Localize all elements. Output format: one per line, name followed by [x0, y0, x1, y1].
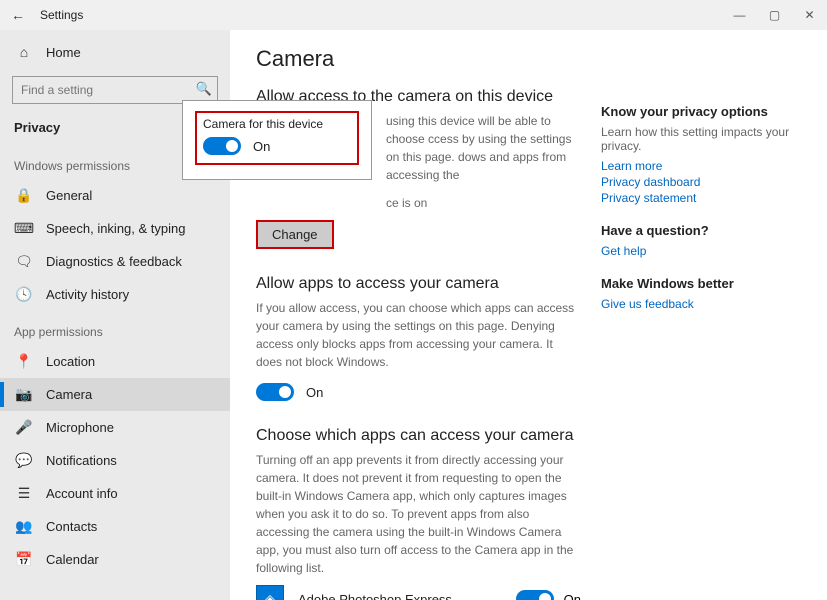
sidebar-item-label: Diagnostics & feedback [46, 254, 182, 269]
search-icon: 🔍 [196, 81, 212, 97]
app-row-photoshop: ◈ Adobe Photoshop Express On [256, 577, 581, 600]
camera-device-state: On [253, 139, 270, 154]
allow-apps-toggle[interactable] [256, 383, 294, 401]
sidebar-item-speech[interactable]: ⌨ Speech, inking, & typing [0, 212, 230, 245]
photoshop-icon: ◈ [256, 585, 284, 600]
aside: Know your privacy options Learn how this… [601, 46, 801, 600]
section-choose-apps-body: Turning off an app prevents it from dire… [256, 451, 581, 577]
sidebar-item-label: Speech, inking, & typing [46, 221, 185, 236]
location-icon: 📍 [14, 353, 34, 370]
app-title: Settings [40, 8, 83, 22]
sidebar-item-camera[interactable]: 📷 Camera [0, 378, 230, 411]
link-give-feedback[interactable]: Give us feedback [601, 297, 801, 311]
sidebar-item-label: General [46, 188, 92, 203]
device-access-status: ce is on [256, 194, 581, 212]
home-icon: ⌂ [14, 44, 34, 60]
sidebar-item-label: Contacts [46, 519, 97, 534]
sidebar-item-label: Notifications [46, 453, 117, 468]
titlebar: ← Settings ― ▢ ✕ [0, 0, 827, 30]
sidebar-item-label: Location [46, 354, 95, 369]
app-name: Adobe Photoshop Express [298, 592, 516, 600]
change-button[interactable]: Change [256, 220, 334, 249]
aside-question-title: Have a question? [601, 223, 801, 238]
calendar-icon: 📅 [14, 551, 34, 568]
maximize-button[interactable]: ▢ [757, 0, 792, 30]
sidebar-item-label: Camera [46, 387, 92, 402]
close-button[interactable]: ✕ [792, 0, 827, 30]
sidebar-item-diagnostics[interactable]: 🗨 Diagnostics & feedback [0, 245, 230, 278]
sidebar-item-label: Calendar [46, 552, 99, 567]
section-allow-apps-body: If you allow access, you can choose whic… [256, 299, 581, 371]
contacts-icon: 👥 [14, 518, 34, 535]
app-state: On [564, 592, 581, 600]
sidebar-item-microphone[interactable]: 🎤 Microphone [0, 411, 230, 444]
sidebar-home-label: Home [46, 45, 81, 60]
link-get-help[interactable]: Get help [601, 244, 801, 258]
aside-privacy-title: Know your privacy options [601, 104, 801, 119]
sidebar-item-contacts[interactable]: 👥 Contacts [0, 510, 230, 543]
minimize-button[interactable]: ― [722, 0, 757, 30]
keyboard-icon: ⌨ [14, 220, 34, 237]
window-controls: ― ▢ ✕ [722, 0, 827, 30]
aside-feedback-title: Make Windows better [601, 276, 801, 291]
sidebar-item-general[interactable]: 🔒 General [0, 179, 230, 212]
camera-device-toggle[interactable] [203, 137, 241, 155]
account-icon: ☰ [14, 485, 34, 502]
sidebar-item-label: Account info [46, 486, 118, 501]
page-title: Camera [256, 46, 581, 72]
section-choose-apps-title: Choose which apps can access your camera [256, 427, 581, 445]
link-learn-more[interactable]: Learn more [601, 159, 801, 173]
sidebar-item-account-info[interactable]: ☰ Account info [0, 477, 230, 510]
back-button[interactable]: ← [6, 7, 30, 23]
popup-title: Camera for this device [203, 117, 351, 131]
camera-icon: 📷 [14, 386, 34, 403]
allow-apps-toggle-row: On [256, 383, 581, 401]
notifications-icon: 💬 [14, 452, 34, 469]
sidebar-item-notifications[interactable]: 💬 Notifications [0, 444, 230, 477]
sidebar-item-label: Activity history [46, 287, 129, 302]
microphone-icon: 🎤 [14, 419, 34, 436]
sidebar-item-label: Microphone [46, 420, 114, 435]
aside-privacy-body: Learn how this setting impacts your priv… [601, 125, 801, 153]
sidebar-item-location[interactable]: 📍 Location [0, 345, 230, 378]
camera-device-popup: Camera for this device On [182, 100, 372, 180]
sidebar-home[interactable]: ⌂ Home [0, 36, 230, 68]
allow-apps-state: On [306, 385, 323, 400]
section-allow-apps-title: Allow apps to access your camera [256, 275, 581, 293]
app-toggle-photoshop[interactable] [516, 590, 554, 600]
lock-icon: 🔒 [14, 187, 34, 204]
link-privacy-statement[interactable]: Privacy statement [601, 191, 801, 205]
history-icon: 🕓 [14, 286, 34, 303]
sidebar-item-activity[interactable]: 🕓 Activity history [0, 278, 230, 311]
group-app-permissions: App permissions [0, 311, 230, 345]
link-privacy-dashboard[interactable]: Privacy dashboard [601, 175, 801, 189]
feedback-icon: 🗨 [14, 253, 34, 270]
sidebar-item-calendar[interactable]: 📅 Calendar [0, 543, 230, 576]
